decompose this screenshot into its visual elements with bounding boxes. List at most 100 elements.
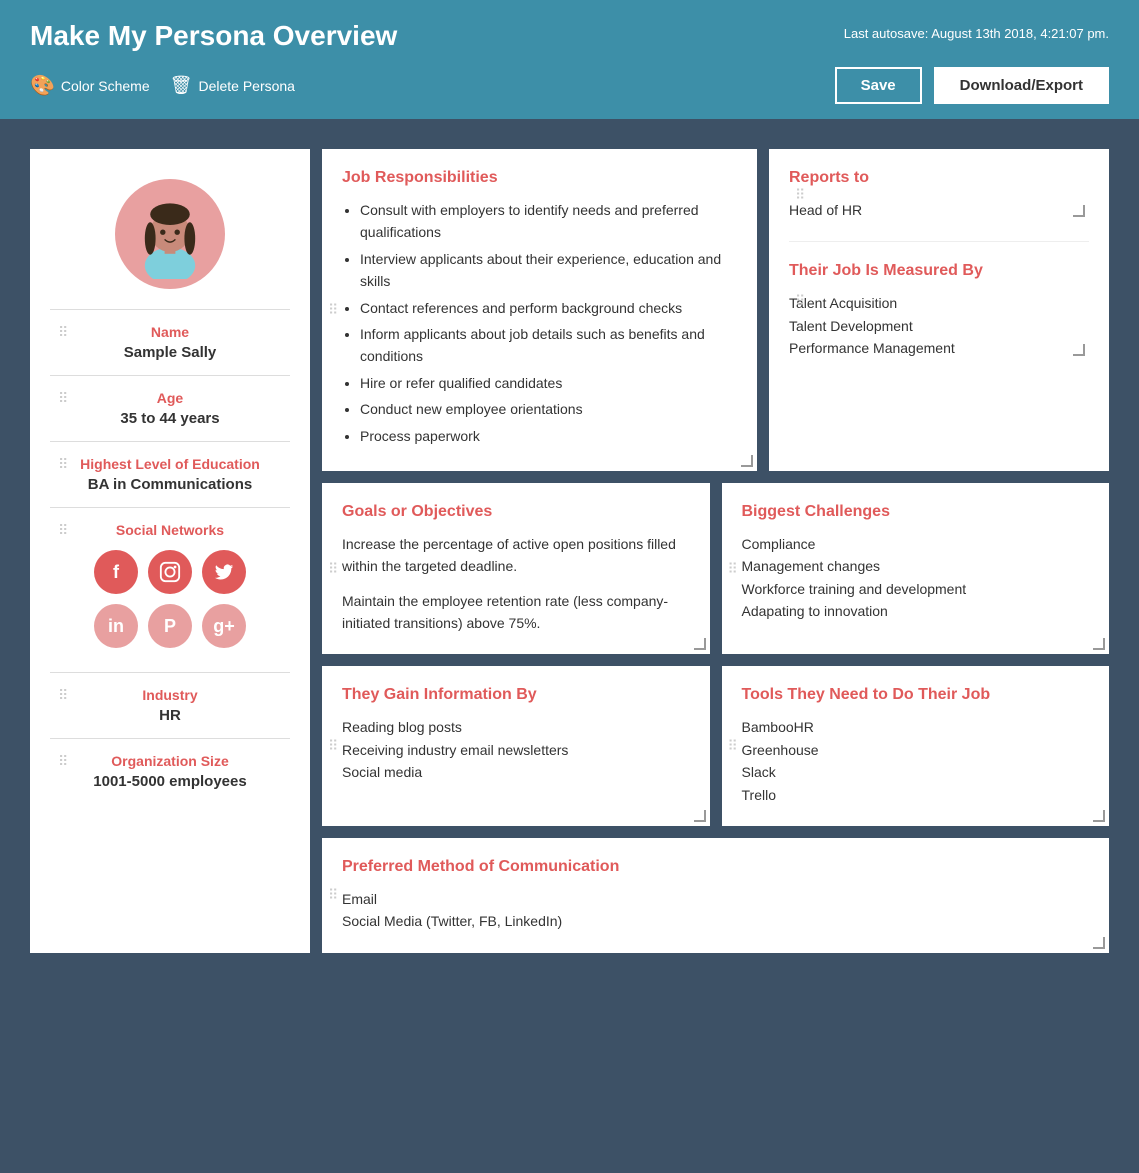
goals-card: ⠿ Goals or Objectives Increase the perce…: [322, 483, 710, 655]
challenges-title: Biggest Challenges: [742, 503, 1090, 521]
header: Make My Persona Overview Last autosave: …: [0, 0, 1139, 119]
tools-content: BambooHRGreenhouseSlackTrello: [742, 716, 1090, 806]
org-size-value: 1001-5000 employees: [50, 773, 290, 790]
drag-handle-tools: ⠿: [728, 738, 738, 755]
list-item: Process paperwork: [360, 425, 737, 447]
name-label: Name: [50, 324, 290, 340]
reports-to-card: ⠿ Reports to Head of HR: [789, 169, 1089, 221]
social-icons-row-1: f: [50, 550, 290, 594]
reports-to-value: Head of HR: [789, 199, 1089, 221]
panels-row-3: ⠿ They Gain Information By Reading blog …: [322, 666, 1109, 826]
list-item: Adapating to innovation: [742, 600, 1090, 622]
save-button[interactable]: Save: [835, 67, 922, 104]
age-section: ⠿ Age 35 to 44 years: [50, 376, 290, 442]
list-item: Social media: [342, 761, 690, 783]
content-area: ⠿ Name Sample Sally ⠿ Age 35 to 44 years…: [0, 119, 1139, 983]
job-measured-title: Their Job Is Measured By: [789, 262, 1089, 280]
challenges-content: ComplianceManagement changesWorkforce tr…: [742, 533, 1090, 623]
drag-handle-org-size: ⠿: [58, 753, 68, 770]
right-panels: ⠿ Job Responsibilities Consult with empl…: [322, 149, 1109, 953]
age-value: 35 to 44 years: [50, 410, 290, 427]
resize-handle-challenges[interactable]: [1093, 638, 1105, 650]
list-item: Interview applicants about their experie…: [360, 248, 737, 293]
industry-section: ⠿ Industry HR: [50, 673, 290, 739]
delete-persona-label: Delete Persona: [198, 78, 295, 94]
education-value: BA in Communications: [50, 476, 290, 493]
resize-handle-job-resp[interactable]: [741, 455, 753, 467]
reports-to-title: Reports to: [789, 169, 1089, 187]
download-button[interactable]: Download/Export: [934, 67, 1109, 104]
list-item: Consult with employers to identify needs…: [360, 199, 737, 244]
communication-title: Preferred Method of Communication: [342, 858, 1089, 876]
drag-handle-name: ⠿: [58, 324, 68, 341]
list-item: Greenhouse: [742, 739, 1090, 761]
goals-paragraph1: Increase the percentage of active open p…: [342, 533, 690, 578]
goals-title: Goals or Objectives: [342, 503, 690, 521]
name-value: Sample Sally: [50, 344, 290, 361]
social-icons-row-2: in P g+: [50, 604, 290, 648]
resize-handle-goals[interactable]: [694, 638, 706, 650]
list-item: Workforce training and development: [742, 578, 1090, 600]
list-item: Compliance: [742, 533, 1090, 555]
gain-info-card: ⠿ They Gain Information By Reading blog …: [322, 666, 710, 826]
panels-row-1: ⠿ Job Responsibilities Consult with empl…: [322, 149, 1109, 471]
org-size-section: ⠿ Organization Size 1001-5000 employees: [50, 739, 290, 804]
drag-handle-challenges: ⠿: [728, 560, 738, 577]
trash-icon: 🗑: [170, 75, 193, 96]
pinterest-icon[interactable]: P: [148, 604, 192, 648]
industry-value: HR: [50, 707, 290, 724]
linkedin-icon[interactable]: in: [94, 604, 138, 648]
drag-handle-goals: ⠿: [328, 560, 338, 577]
communication-card: ⠿ Preferred Method of Communication Emai…: [322, 838, 1109, 953]
color-scheme-button[interactable]: 🎨 Color Scheme: [30, 73, 150, 98]
name-section: ⠿ Name Sample Sally: [50, 310, 290, 376]
delete-persona-button[interactable]: 🗑 Delete Persona: [170, 75, 295, 96]
avatar-container: [50, 169, 290, 310]
org-size-label: Organization Size: [50, 753, 290, 769]
list-item: Receiving industry email newsletters: [342, 739, 690, 761]
tools-title: Tools They Need to Do Their Job: [742, 686, 1090, 704]
autosave-text: Last autosave: August 13th 2018, 4:21:07…: [844, 20, 1109, 41]
reports-measured-column: ⠿ Reports to Head of HR ⠿ Their Job Is M…: [769, 149, 1109, 471]
drag-handle-communication: ⠿: [328, 887, 338, 904]
avatar: [115, 179, 225, 289]
list-item: Management changes: [742, 555, 1090, 577]
drag-handle-reports: ⠿: [795, 187, 805, 204]
panels-row-4: ⠿ Preferred Method of Communication Emai…: [322, 838, 1109, 953]
google-plus-icon[interactable]: g+: [202, 604, 246, 648]
instagram-icon[interactable]: [148, 550, 192, 594]
list-item: Conduct new employee orientations: [360, 398, 737, 420]
resize-handle-measured[interactable]: [1073, 344, 1085, 356]
resize-handle-tools[interactable]: [1093, 810, 1105, 822]
drag-handle-gain-info: ⠿: [328, 738, 338, 755]
twitter-icon[interactable]: [202, 550, 246, 594]
drag-handle-age: ⠿: [58, 390, 68, 407]
industry-label: Industry: [50, 687, 290, 703]
goals-paragraph2: Maintain the employee retention rate (le…: [342, 590, 690, 635]
resize-handle-communication[interactable]: [1093, 937, 1105, 949]
list-item: Hire or refer qualified candidates: [360, 372, 737, 394]
list-item: Performance Management: [789, 337, 1089, 359]
list-item: Social Media (Twitter, FB, LinkedIn): [342, 910, 1089, 932]
list-item: Reading blog posts: [342, 716, 690, 738]
facebook-icon[interactable]: f: [94, 550, 138, 594]
job-measured-card: ⠿ Their Job Is Measured By Talent Acquis…: [789, 241, 1089, 359]
color-scheme-label: Color Scheme: [61, 78, 150, 94]
resize-handle-reports[interactable]: [1073, 205, 1085, 217]
challenges-card: ⠿ Biggest Challenges ComplianceManagemen…: [722, 483, 1110, 655]
drag-handle-social: ⠿: [58, 522, 68, 539]
drag-handle-industry: ⠿: [58, 687, 68, 704]
job-responsibilities-title: Job Responsibilities: [342, 169, 737, 187]
goals-content: Increase the percentage of active open p…: [342, 533, 690, 635]
list-item: Trello: [742, 784, 1090, 806]
gain-info-content: Reading blog postsReceiving industry ema…: [342, 716, 690, 783]
social-section: ⠿ Social Networks f in P g+: [50, 508, 290, 673]
page-title: Make My Persona Overview: [30, 20, 397, 52]
color-scheme-icon: 🎨: [30, 73, 55, 98]
age-label: Age: [50, 390, 290, 406]
drag-handle-job-resp: ⠿: [328, 301, 338, 318]
resize-handle-gain-info[interactable]: [694, 810, 706, 822]
drag-handle-education: ⠿: [58, 456, 68, 473]
job-responsibilities-card: ⠿ Job Responsibilities Consult with empl…: [322, 149, 757, 471]
left-panel: ⠿ Name Sample Sally ⠿ Age 35 to 44 years…: [30, 149, 310, 953]
